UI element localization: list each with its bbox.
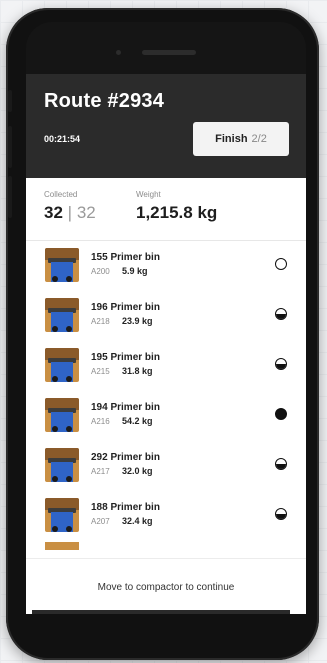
home-indicator — [32, 610, 290, 614]
list-item[interactable]: 194 Primer bin A216 54.2 kg — [26, 392, 306, 442]
finish-button-label: Finish — [215, 133, 248, 145]
footer-text: Move to compactor to continue — [97, 581, 235, 593]
volume-down-button — [8, 176, 12, 218]
collected-label: Collected — [44, 190, 78, 199]
bin-weight: 5.9 kg — [122, 266, 148, 276]
route-timer: 00:21:54 — [44, 134, 81, 144]
bin-code: A217 — [91, 467, 110, 476]
list-item[interactable]: 155 Primer bin A200 5.9 kg — [26, 242, 306, 292]
half-full-icon — [275, 308, 287, 320]
bin-title: 155 Primer bin — [91, 252, 160, 263]
collected-total: 32 — [76, 203, 96, 222]
bin-thumbnail — [45, 348, 79, 382]
bin-thumbnail — [45, 298, 79, 332]
list-item[interactable]: 196 Primer bin A218 23.9 kg — [26, 292, 306, 342]
app-screen: Route #2934 00:21:54 Finish 2/2 Collecte… — [26, 74, 306, 614]
volume-up-button — [8, 126, 12, 168]
bin-thumbnail — [45, 498, 79, 532]
bin-code: A218 — [91, 317, 110, 326]
bin-weight: 23.9 kg — [122, 316, 153, 326]
bin-weight: 32.4 kg — [122, 516, 153, 526]
bin-title: 196 Primer bin — [91, 302, 160, 313]
route-header: Route #2934 00:21:54 Finish 2/2 — [26, 74, 306, 178]
finish-count: 2/2 — [251, 133, 267, 145]
bin-weight: 32.0 kg — [122, 466, 153, 476]
bin-code: A215 — [91, 367, 110, 376]
bin-weight: 31.8 kg — [122, 366, 153, 376]
half-full-icon — [275, 508, 287, 520]
bin-code: A216 — [91, 417, 110, 426]
full-icon — [275, 408, 287, 420]
empty-icon — [275, 258, 287, 270]
half-full-icon — [275, 458, 287, 470]
weight-label: Weight — [136, 190, 161, 199]
bin-weight: 54.2 kg — [122, 416, 153, 426]
collected-value: 32 | 32 — [44, 203, 96, 223]
bin-list[interactable]: 155 Primer bin A200 5.9 kg 196 Primer bi… — [26, 242, 306, 558]
bin-title: 194 Primer bin — [91, 402, 160, 413]
bin-thumbnail — [45, 448, 79, 482]
bin-thumbnail — [45, 398, 79, 432]
list-item[interactable]: 195 Primer bin A215 31.8 kg — [26, 342, 306, 392]
top-bezel — [26, 22, 306, 74]
bin-code: A207 — [91, 517, 110, 526]
camera-icon — [116, 50, 121, 55]
footer-message: Move to compactor to continue — [26, 558, 306, 614]
bin-title: 195 Primer bin — [91, 352, 160, 363]
bin-title: 292 Primer bin — [91, 452, 160, 463]
list-item[interactable]: 292 Primer bin A217 32.0 kg — [26, 442, 306, 492]
list-item[interactable]: 188 Primer bin A207 32.4 kg — [26, 492, 306, 542]
bin-title: 188 Primer bin — [91, 502, 160, 513]
route-stats: Collected 32 | 32 Weight 1,215.8 kg — [26, 178, 306, 241]
finish-button[interactable]: Finish 2/2 — [193, 122, 289, 156]
half-full-icon — [275, 358, 287, 370]
bin-code: A200 — [91, 267, 110, 276]
weight-value: 1,215.8 kg — [136, 203, 218, 222]
bin-thumbnail — [45, 248, 79, 282]
mute-switch — [8, 90, 12, 112]
page-title: Route #2934 — [44, 90, 165, 112]
speaker-grille — [142, 50, 196, 55]
collected-count: 32 — [44, 203, 63, 222]
bin-thumbnail — [45, 542, 79, 550]
collected-separator: | — [67, 203, 73, 222]
